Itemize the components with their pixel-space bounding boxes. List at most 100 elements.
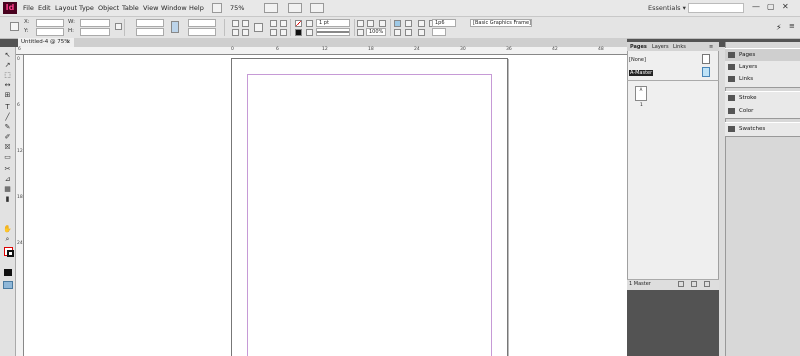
select-container-icon[interactable] xyxy=(270,20,277,27)
dock-item-layers[interactable]: Layers xyxy=(725,61,800,73)
bridge-icon[interactable] xyxy=(212,3,222,13)
center-content-icon[interactable] xyxy=(418,29,425,36)
none-master-thumbnail[interactable] xyxy=(702,54,710,64)
opacity-field[interactable]: 100% xyxy=(366,28,386,36)
panel-menu-icon[interactable]: ≡ xyxy=(709,44,713,50)
reference-point-icon[interactable] xyxy=(10,22,19,31)
scale-y-field[interactable] xyxy=(136,28,164,36)
gradient-swatch-tool[interactable]: ▦ xyxy=(3,185,12,193)
page-size-icon[interactable] xyxy=(678,281,684,287)
wrap-around-icon[interactable] xyxy=(405,20,412,27)
delete-page-icon[interactable] xyxy=(704,281,710,287)
fill-swatch-icon[interactable] xyxy=(295,20,302,27)
menu-type[interactable]: Type xyxy=(79,4,94,12)
page-thumbnail[interactable]: A xyxy=(635,86,647,101)
select-next-icon[interactable] xyxy=(280,29,287,36)
opacity-icon[interactable] xyxy=(357,29,364,36)
dock-item-stroke[interactable]: Stroke xyxy=(725,92,800,104)
p-icon[interactable] xyxy=(254,23,263,32)
workspace-switcher[interactable]: Essentials ▾ xyxy=(648,4,686,12)
stroke-weight-field[interactable]: 1 pt xyxy=(316,19,350,27)
screen-mode-icon[interactable] xyxy=(3,281,13,289)
fill-dropdown-icon[interactable] xyxy=(306,20,313,27)
dock-item-swatches[interactable]: Swatches xyxy=(725,123,800,135)
dock-item-color[interactable]: Color xyxy=(725,105,800,117)
content-collector-tool[interactable]: ⊞ xyxy=(3,91,12,99)
fx-icon[interactable] xyxy=(379,20,386,27)
constrain-scale-icon[interactable] xyxy=(171,21,179,33)
none-master-label[interactable]: [None] xyxy=(629,57,646,63)
pen-tool[interactable]: ✎ xyxy=(3,123,12,131)
lightning-icon[interactable]: ⚡ xyxy=(776,23,785,32)
menu-help[interactable]: Help xyxy=(189,4,204,12)
free-transform-tool[interactable]: ⊿ xyxy=(3,175,12,183)
auto-fit-icon[interactable] xyxy=(418,20,425,27)
drop-shadow-icon[interactable] xyxy=(367,20,374,27)
line-tool[interactable]: ╱ xyxy=(3,113,12,121)
x-field[interactable] xyxy=(36,19,64,27)
close-icon[interactable]: × xyxy=(66,38,71,47)
maximize-button[interactable]: ▢ xyxy=(767,2,775,11)
a-master-label[interactable]: A-Master xyxy=(629,70,654,76)
dock-item-links[interactable]: Links xyxy=(725,73,800,85)
menu-file[interactable]: File xyxy=(23,4,34,12)
fit-content-icon[interactable] xyxy=(394,29,401,36)
text-wrap-icon[interactable] xyxy=(394,20,401,27)
rectangle-tool[interactable]: ▭ xyxy=(3,153,12,161)
effects-icon[interactable] xyxy=(357,20,364,27)
search-input[interactable] xyxy=(688,3,744,13)
shear-field[interactable] xyxy=(188,28,216,36)
screen-mode-icon[interactable] xyxy=(288,3,302,13)
gap-tool[interactable]: ↔ xyxy=(3,81,12,89)
new-page-icon[interactable] xyxy=(691,281,697,287)
type-tool[interactable]: T xyxy=(3,103,12,111)
flip-horizontal-icon[interactable] xyxy=(242,20,249,27)
panel-divider[interactable] xyxy=(627,80,719,81)
constrain-proportions-icon[interactable] xyxy=(115,23,122,30)
menu-table[interactable]: Table xyxy=(122,4,139,12)
a-master-thumbnail[interactable] xyxy=(702,67,710,77)
view-options-icon[interactable] xyxy=(264,3,278,13)
y-field[interactable] xyxy=(36,28,64,36)
object-style-select[interactable]: [Basic Graphics Frame] xyxy=(470,19,532,27)
scissors-tool[interactable]: ✂ xyxy=(3,165,12,173)
tab-links[interactable]: Links xyxy=(673,44,686,50)
pencil-tool[interactable]: ✐ xyxy=(3,133,12,141)
arrange-documents-icon[interactable] xyxy=(310,3,324,13)
w-field[interactable] xyxy=(80,19,110,27)
rotate-cw-icon[interactable] xyxy=(232,20,239,27)
zoom-level[interactable]: 75% xyxy=(230,4,244,12)
rotate-ccw-icon[interactable] xyxy=(232,29,239,36)
menu-view[interactable]: View xyxy=(143,4,158,12)
tab-pages[interactable]: Pages xyxy=(630,44,647,50)
direct-selection-tool[interactable]: ↗ xyxy=(3,61,12,69)
hand-tool[interactable]: ✋ xyxy=(3,225,12,233)
stroke-icon[interactable] xyxy=(7,250,14,257)
apply-color-icon[interactable] xyxy=(4,269,12,276)
stroke-dropdown-icon[interactable] xyxy=(306,29,313,36)
selection-tool[interactable]: ↖ xyxy=(3,51,12,59)
rotate-field[interactable] xyxy=(188,19,216,27)
minimize-button[interactable]: — xyxy=(752,2,760,11)
menu-window[interactable]: Window xyxy=(161,4,187,12)
tab-layers[interactable]: Layers xyxy=(652,44,669,50)
close-button[interactable]: ✕ xyxy=(782,2,789,11)
menu-edit[interactable]: Edit xyxy=(38,4,51,12)
panel-menu-icon[interactable]: ≡ xyxy=(789,23,796,30)
dock-item-pages[interactable]: Pages xyxy=(725,49,800,61)
stroke-type-select[interactable] xyxy=(316,28,350,36)
menu-layout[interactable]: Layout xyxy=(55,4,77,12)
flip-vertical-icon[interactable] xyxy=(242,29,249,36)
scale-x-field[interactable] xyxy=(136,19,164,27)
corner-shape-select[interactable] xyxy=(432,28,446,36)
select-previous-icon[interactable] xyxy=(270,29,277,36)
rectangle-frame-tool[interactable]: ☒ xyxy=(3,143,12,151)
select-content-icon[interactable] xyxy=(280,20,287,27)
stroke-swatch-icon[interactable] xyxy=(295,29,302,36)
fit-value-field[interactable]: 1p6 xyxy=(432,19,456,27)
document-tab[interactable]: Untitled-4 @ 75% × xyxy=(18,38,74,47)
gradient-feather-tool[interactable]: ▮ xyxy=(3,195,12,203)
menu-object[interactable]: Object xyxy=(98,4,119,12)
zoom-tool[interactable]: ⌕ xyxy=(3,235,12,243)
fit-frame-icon[interactable] xyxy=(405,29,412,36)
